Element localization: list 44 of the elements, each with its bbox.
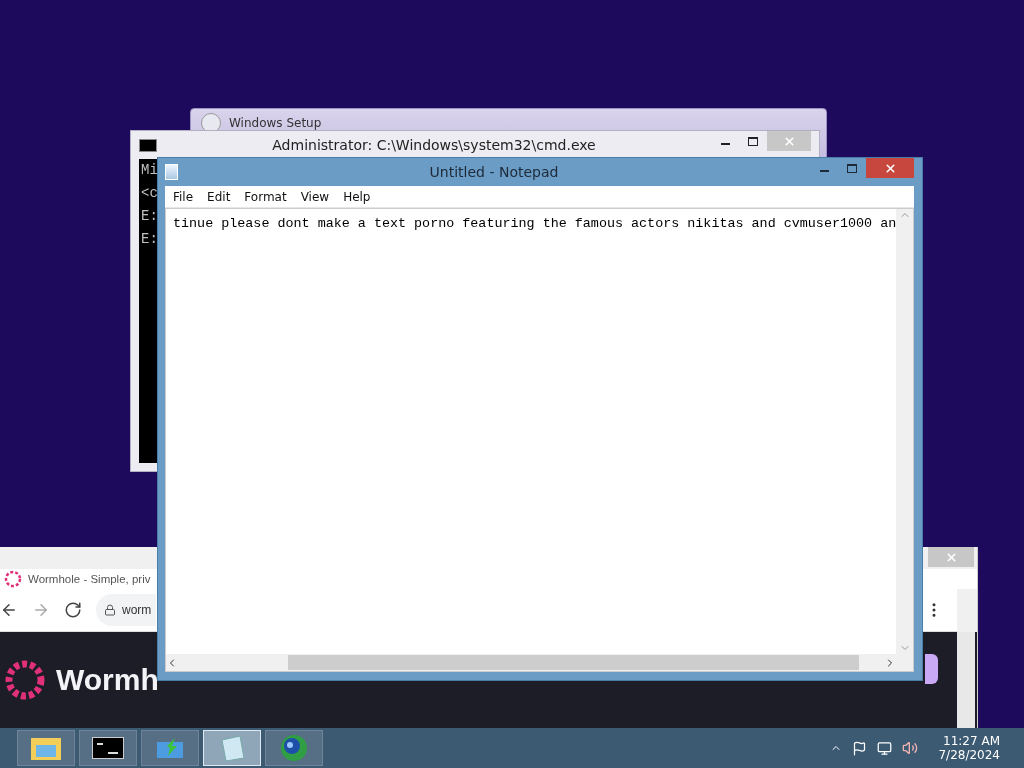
close-icon xyxy=(782,134,796,148)
close-icon xyxy=(944,550,958,564)
close-button[interactable] xyxy=(866,158,914,178)
address-field[interactable]: worm xyxy=(96,594,156,626)
notepad-icon xyxy=(218,734,246,762)
globe-icon xyxy=(279,733,309,763)
window-title: Untitled - Notepad xyxy=(428,164,560,180)
speaker-icon[interactable] xyxy=(902,740,919,756)
flag-icon[interactable] xyxy=(852,740,868,756)
brand-name: Wormh xyxy=(56,663,159,697)
network-icon[interactable] xyxy=(877,740,893,756)
maximize-icon xyxy=(847,163,857,173)
menu-item[interactable]: Format xyxy=(238,189,293,204)
maximize-icon xyxy=(748,136,758,146)
minimize-icon xyxy=(720,143,730,145)
console-line: E: xyxy=(141,231,158,247)
menu-item[interactable]: Help xyxy=(337,189,377,204)
forward-icon[interactable] xyxy=(32,601,50,619)
page-button[interactable] xyxy=(925,654,938,684)
horizontal-scrollbar[interactable] xyxy=(166,654,896,671)
minimize-icon xyxy=(819,170,829,172)
clock[interactable]: 11:27 AM 7/28/2024 xyxy=(938,734,1000,762)
menu-item[interactable]: Edit xyxy=(201,189,237,204)
scrollbar-thumb[interactable] xyxy=(288,655,859,670)
lock-icon xyxy=(104,604,116,616)
menu-item[interactable]: View xyxy=(294,189,336,204)
spiral-icon xyxy=(4,570,22,588)
console-icon xyxy=(92,737,124,759)
window-title: Administrator: C:\Windows\system32\cmd.exe xyxy=(271,137,597,153)
console-line: Mi xyxy=(141,162,158,178)
reload-icon[interactable] xyxy=(64,601,82,619)
folder-icon xyxy=(30,735,62,761)
back-icon[interactable] xyxy=(0,601,18,619)
taskbar-button[interactable] xyxy=(79,730,137,766)
window-title: Windows Setup xyxy=(229,116,322,130)
spiral-logo xyxy=(4,659,46,701)
console-line: <c xyxy=(141,185,158,201)
notepad-icon xyxy=(165,164,178,180)
console-icon xyxy=(139,138,157,152)
console-line: E: xyxy=(141,208,158,224)
menu-item[interactable]: File xyxy=(167,189,200,204)
close-icon xyxy=(883,161,897,175)
vertical-scrollbar[interactable] xyxy=(896,209,913,654)
tab-title[interactable]: Wormhole - Simple, priv xyxy=(28,573,151,585)
